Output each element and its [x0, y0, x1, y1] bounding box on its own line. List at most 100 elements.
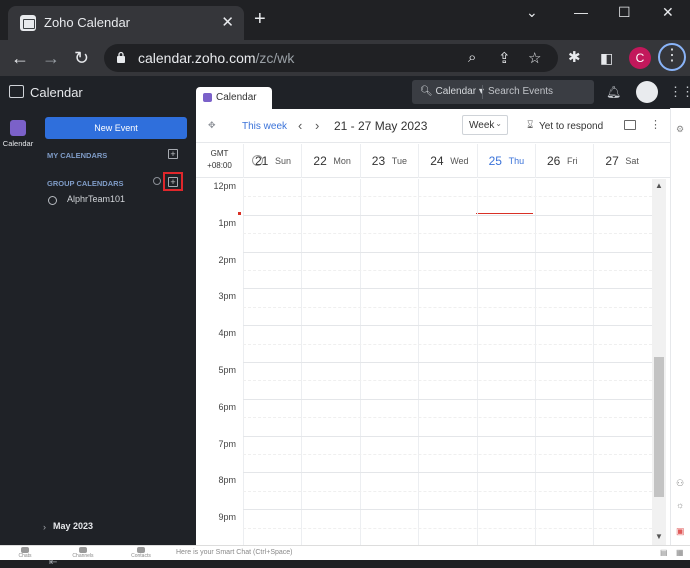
hour-line	[243, 472, 652, 474]
calendar-toggle-radio[interactable]	[48, 196, 57, 205]
hour-line	[243, 435, 652, 437]
browser-tab[interactable]: Zoho Calendar ✕	[8, 6, 244, 40]
hour-line	[243, 214, 652, 216]
new-event-button[interactable]: New Event	[45, 117, 187, 139]
address-bar[interactable]: calendar.zoho.com/zc/wk ⌕ ⇪ ☆	[104, 44, 558, 72]
next-week-icon[interactable]: ›	[315, 118, 319, 133]
calendar-toolbar: ✥ This week ‹ › 21 - 27 May 2023 Week ⌄ ⌛…	[196, 109, 670, 143]
day-column-header[interactable]: 24 Wed	[418, 144, 476, 178]
grid-scrollbar[interactable]: ▲ ▼	[652, 179, 666, 545]
view-select[interactable]: Week ⌄	[462, 115, 508, 135]
sidebar: New Event MY CALENDARS + GROUP CALENDARS…	[36, 108, 196, 568]
day-column-header[interactable]: 21 Sun	[243, 144, 301, 178]
hour-line	[243, 288, 652, 290]
timezone-label[interactable]: GMT +08:00	[196, 148, 243, 172]
week-time-grid[interactable]: 12pm 1pm 2pm 3pm 4pm 5pm 6pm 7pm 8pm 9pm	[196, 179, 652, 545]
new-tab-icon[interactable]: +	[254, 9, 266, 29]
url-path: /zc/wk	[255, 50, 295, 66]
previous-week-icon[interactable]: ‹	[298, 118, 302, 133]
user-avatar[interactable]	[636, 81, 658, 103]
zoho-calendar-favicon-icon	[20, 15, 36, 31]
tab-search-chevron-icon[interactable]: ⌄	[526, 4, 538, 21]
forward-icon[interactable]: →	[42, 48, 60, 68]
left-rail: Calendar	[0, 108, 36, 560]
search-scope-select[interactable]: 🔍︎ Calendar ▾	[420, 86, 484, 97]
group-calendars-heading: GROUP CALENDARS	[47, 179, 124, 188]
zoom-icon[interactable]: ⌕	[468, 49, 476, 66]
add-my-calendar-icon[interactable]: +	[168, 149, 178, 159]
minimize-icon[interactable]: —	[574, 4, 588, 20]
half-hour-line	[243, 417, 652, 419]
this-week-link[interactable]: This week	[242, 121, 287, 132]
chat-expand-icon[interactable]: ▦	[676, 548, 684, 557]
reload-icon[interactable]: ↻	[74, 48, 89, 68]
print-icon[interactable]	[624, 120, 636, 130]
day-column-header[interactable]: 23 Tue	[359, 144, 418, 178]
more-options-icon[interactable]: ⋮	[650, 118, 661, 131]
side-panel-icon[interactable]: ◧	[600, 48, 613, 68]
settings-gear-icon[interactable]: ⚙︎	[676, 124, 684, 135]
day-column-header[interactable]: 25 Thu	[476, 144, 535, 178]
day-name: Thu	[508, 156, 525, 166]
view-select-value: Week	[469, 120, 495, 131]
browser-toolbar: ← → ↻ calendar.zoho.com/zc/wk ⌕ ⇪ ☆ ✱ ◧ …	[0, 40, 690, 76]
hour-line	[243, 398, 652, 400]
contacts-tab[interactable]: Contacts	[126, 547, 156, 559]
group-settings-icon[interactable]	[153, 177, 161, 185]
search-input[interactable]: Search Events	[488, 86, 553, 97]
chat-window-icon[interactable]: ▤	[660, 548, 668, 557]
feedback-icon[interactable]: ▣	[676, 526, 685, 537]
search-events[interactable]: 🔍︎ Calendar ▾ Search Events	[412, 80, 594, 104]
day-column-header[interactable]: 27 Sat	[593, 144, 651, 178]
notification-bell-icon[interactable]: 🔔︎	[606, 85, 621, 99]
half-hour-line	[243, 196, 652, 198]
day-number: 23	[371, 154, 386, 168]
day-name: Mon	[333, 156, 351, 166]
share-icon[interactable]: ⇪	[498, 49, 511, 67]
half-hour-line	[243, 380, 652, 382]
day-name: Fri	[567, 156, 578, 166]
half-hour-line	[243, 490, 652, 492]
scroll-down-icon[interactable]: ▼	[655, 532, 663, 541]
profile-avatar[interactable]: C	[629, 47, 651, 69]
day-number: 26	[547, 154, 561, 168]
yet-to-respond-button[interactable]: Yet to respond	[539, 121, 603, 132]
chats-tab[interactable]: Chats	[10, 547, 40, 559]
hour-line	[243, 509, 652, 511]
group-calendar-item[interactable]: AlphrTeam101	[67, 194, 125, 204]
rail-calendar-icon[interactable]	[10, 120, 26, 136]
calendar-main: ✥ This week ‹ › 21 - 27 May 2023 Week ⌄ ⌛…	[196, 109, 670, 545]
chevron-right-icon[interactable]: ›	[43, 522, 46, 532]
scroll-thumb[interactable]	[654, 357, 664, 497]
hour-label: 9pm	[218, 512, 236, 523]
hour-label: 6pm	[218, 401, 236, 412]
window-close-icon[interactable]: ✕	[662, 4, 674, 21]
bookmark-star-icon[interactable]: ☆	[528, 49, 541, 67]
browser-tab-bar: Zoho Calendar ✕ + ⌄ — ☐ ✕	[0, 0, 690, 40]
app-grid-icon[interactable]: ⋮⋮	[669, 84, 690, 100]
hour-label: 2pm	[218, 254, 236, 265]
channels-tab[interactable]: Channels	[68, 547, 98, 559]
chat-bot-icon[interactable]: ⚇	[676, 478, 684, 489]
day-number: 27	[605, 154, 619, 168]
smart-chat-input[interactable]: Here is your Smart Chat (Ctrl+Space)	[176, 549, 293, 556]
day-column-header[interactable]: 22 Mon	[301, 144, 359, 178]
hour-label: 3pm	[218, 291, 236, 302]
scroll-up-icon[interactable]: ▲	[655, 181, 663, 190]
tab-close-icon[interactable]: ✕	[221, 13, 234, 31]
week-day-header: GMT +08:00 21 Sun 22 Mon 23 Tue 24 Wed 25 Thu 26 Fri…	[196, 144, 670, 178]
day-name: Sun	[275, 156, 292, 166]
maximize-icon[interactable]: ☐	[618, 4, 631, 21]
extensions-puzzle-icon[interactable]: ✱	[568, 48, 581, 68]
app-tab-calendar[interactable]: Calendar	[196, 87, 272, 109]
brightness-icon[interactable]: ☼	[676, 500, 684, 510]
day-number: 24	[430, 154, 444, 168]
day-number: 21	[255, 154, 269, 168]
pin-icon[interactable]: ✥	[208, 120, 216, 131]
day-column-header[interactable]: 26 Fri	[535, 144, 593, 178]
mini-month-label[interactable]: May 2023	[53, 521, 93, 531]
back-icon[interactable]: ←	[11, 48, 29, 68]
search-divider	[482, 85, 483, 99]
browser-menu-icon[interactable]: ⋮	[658, 43, 686, 71]
day-name: Tue	[391, 156, 407, 166]
